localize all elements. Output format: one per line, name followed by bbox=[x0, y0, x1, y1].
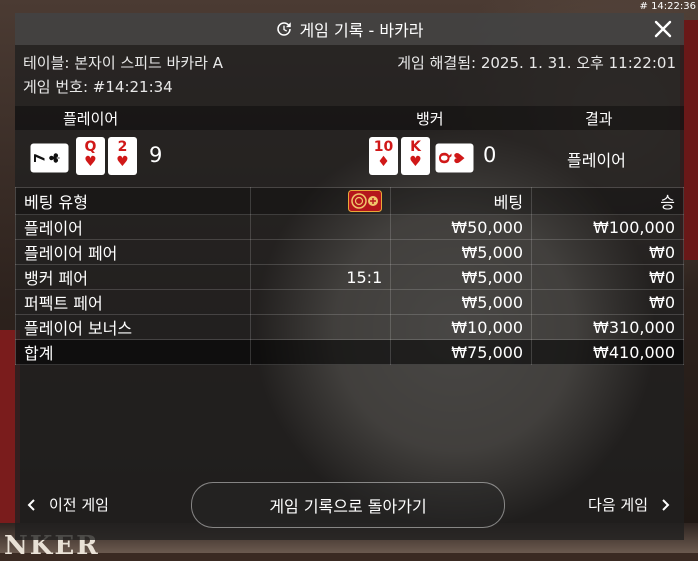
next-game-label: 다음 게임 bbox=[588, 496, 648, 514]
bets-table: 베팅 유형 베팅 승 플레이어 ₩50,000 ₩100,000 플레이어 페어 bbox=[14, 187, 684, 365]
banker-card-1: 10 ♦ bbox=[369, 137, 398, 175]
bets-header-row: 베팅 유형 베팅 승 bbox=[14, 187, 684, 215]
player-card-1: 7 ♣ bbox=[30, 143, 69, 173]
history-clock-icon bbox=[277, 22, 292, 36]
footer-nav: 이전 게임 게임 기록으로 돌아가기 다음 게임 bbox=[15, 482, 684, 528]
bet-type: 플레이어 bbox=[14, 214, 252, 240]
result-column-label: 결과 bbox=[585, 110, 613, 128]
card-rank: 2 bbox=[117, 139, 128, 155]
next-game-button[interactable]: 다음 게임 bbox=[588, 494, 670, 515]
bet-type: 플레이어 페어 bbox=[14, 239, 252, 265]
chevron-left-icon bbox=[27, 498, 35, 511]
win-amount: ₩0 bbox=[531, 289, 684, 315]
previous-game-button[interactable]: 이전 게임 bbox=[27, 494, 109, 515]
total-win: ₩410,000 bbox=[531, 339, 684, 365]
round-result: 플레이어 bbox=[567, 151, 626, 170]
banker-column-label: 뱅커 bbox=[416, 110, 444, 128]
banker-card-3: Q ♥ bbox=[435, 143, 474, 173]
win-amount: ₩100,000 bbox=[531, 214, 684, 240]
page-title: 게임 기록 - 바카라 bbox=[299, 21, 424, 40]
total-row: 합계 ₩75,000 ₩410,000 bbox=[14, 339, 684, 365]
bonus-chip-cell bbox=[250, 187, 392, 215]
card-rank: K bbox=[410, 139, 421, 155]
stream-timestamp: # 14:22:36 bbox=[639, 1, 696, 12]
card-rank: 10 bbox=[373, 139, 394, 155]
card-suit: ♦ bbox=[377, 154, 390, 170]
win-amount: ₩310,000 bbox=[531, 314, 684, 340]
bet-odds: 15:1 bbox=[250, 264, 392, 290]
bet-type: 플레이어 보너스 bbox=[14, 314, 252, 340]
bet-amount-header: 베팅 bbox=[390, 187, 533, 215]
bet-odds bbox=[250, 314, 392, 340]
card-rank: Q bbox=[437, 152, 454, 164]
bet-amount: ₩50,000 bbox=[390, 214, 533, 240]
player-card-3: 2 ♥ bbox=[108, 137, 137, 175]
bet-odds bbox=[250, 289, 392, 315]
bet-type-header: 베팅 유형 bbox=[14, 187, 252, 215]
total-odds-empty bbox=[250, 339, 392, 365]
table-row: 플레이어 보너스 ₩10,000 ₩310,000 bbox=[14, 314, 684, 340]
title-bar: 게임 기록 - 바카라 bbox=[15, 13, 684, 45]
table-row: 플레이어 ₩50,000 ₩100,000 bbox=[14, 214, 684, 240]
total-bet: ₩75,000 bbox=[390, 339, 533, 365]
table-row: 뱅커 페어 15:1 ₩5,000 ₩0 bbox=[14, 264, 684, 290]
game-history-panel: 게임 기록 - 바카라 테이블: 본자이 스피드 바카라 A 게임 해결됨: 2… bbox=[14, 13, 684, 540]
bet-odds bbox=[250, 214, 392, 240]
player-column-label: 플레이어 bbox=[63, 110, 119, 128]
banker-card-2: K ♥ bbox=[401, 137, 430, 175]
card-suit: ♣ bbox=[47, 151, 64, 165]
player-card-2: Q ♥ bbox=[76, 137, 105, 175]
card-rank: Q bbox=[84, 139, 97, 155]
card-suit: ♥ bbox=[84, 154, 97, 170]
bet-type: 퍼펙트 페어 bbox=[14, 289, 252, 315]
table-row: 플레이어 페어 ₩5,000 ₩0 bbox=[14, 239, 684, 265]
bet-type: 뱅커 페어 bbox=[14, 264, 252, 290]
bet-amount: ₩5,000 bbox=[390, 239, 533, 265]
back-to-history-button[interactable]: 게임 기록으로 돌아가기 bbox=[191, 482, 505, 528]
card-suit: ♥ bbox=[409, 154, 422, 170]
banker-score: 0 bbox=[483, 143, 497, 167]
bet-amount: ₩5,000 bbox=[390, 264, 533, 290]
card-suit: ♥ bbox=[116, 154, 129, 170]
card-suit: ♥ bbox=[452, 151, 469, 165]
previous-game-label: 이전 게임 bbox=[49, 496, 109, 514]
bet-amount: ₩10,000 bbox=[390, 314, 533, 340]
resolved-time: 게임 해결됨: 2025. 1. 31. 오후 11:22:01 bbox=[397, 54, 676, 72]
total-label: 합계 bbox=[14, 339, 252, 365]
hands-header: 플레이어 뱅커 결과 bbox=[15, 106, 684, 130]
card-rank: 7 bbox=[32, 153, 49, 163]
win-amount: ₩0 bbox=[531, 239, 684, 265]
bet-amount: ₩5,000 bbox=[390, 289, 533, 315]
table-name: 테이블: 본자이 스피드 바카라 A bbox=[23, 54, 223, 72]
chevron-right-icon bbox=[662, 498, 670, 511]
bet-odds bbox=[250, 239, 392, 265]
win-amount-header: 승 bbox=[531, 187, 684, 215]
bonus-chip-icon bbox=[348, 190, 383, 212]
game-number: 게임 번호: #14:21:34 bbox=[23, 78, 173, 96]
game-meta: 테이블: 본자이 스피드 바카라 A 게임 해결됨: 2025. 1. 31. … bbox=[23, 51, 676, 99]
close-icon[interactable] bbox=[652, 18, 674, 40]
win-amount: ₩0 bbox=[531, 264, 684, 290]
table-row: 퍼펙트 페어 ₩5,000 ₩0 bbox=[14, 289, 684, 315]
title-wrap: 게임 기록 - 바카라 bbox=[275, 17, 424, 41]
player-score: 9 bbox=[149, 143, 163, 167]
